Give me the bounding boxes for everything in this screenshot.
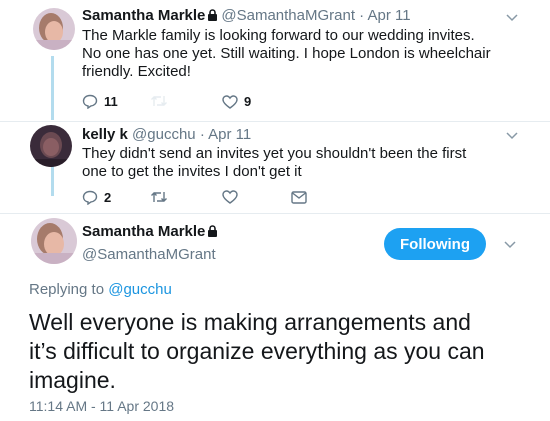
chevron-down-icon[interactable] <box>504 241 516 249</box>
tweet-date[interactable]: Apr 11 <box>368 7 411 24</box>
like-button[interactable] <box>222 190 238 204</box>
replying-to-label: Replying to <box>29 281 105 298</box>
reply-icon <box>82 190 98 205</box>
following-button[interactable]: Following <box>384 228 486 260</box>
tweet-text: They didn't send an invites yet you shou… <box>82 145 536 181</box>
author-handle[interactable]: @gucchu <box>132 126 196 143</box>
tweet-timestamp[interactable]: 11:14 AM - 11 Apr 2018 <box>29 398 174 414</box>
message-button[interactable] <box>291 191 307 204</box>
like-count: 9 <box>244 94 252 109</box>
retweet-button[interactable] <box>150 94 168 108</box>
replying-to: Replying to @gucchu <box>29 281 172 298</box>
tweet-text-line: imagine. <box>29 367 116 393</box>
reply-button[interactable]: 11 <box>82 94 118 109</box>
retweet-button[interactable] <box>150 190 168 204</box>
tweet-text-line: No one has one yet. Still waiting. I hop… <box>82 45 491 62</box>
like-icon <box>222 190 238 204</box>
reply-icon <box>82 94 98 109</box>
tweet-header: kelly k @gucchu · Apr 11 <box>82 126 252 143</box>
message-icon <box>291 191 307 204</box>
thread-line <box>51 56 54 120</box>
like-icon <box>222 94 238 109</box>
like-button[interactable]: 9 <box>222 94 251 109</box>
lock-icon <box>207 224 218 242</box>
replying-to-handle[interactable]: @gucchu <box>108 281 172 298</box>
reply-count: 2 <box>104 190 112 205</box>
author-name[interactable]: Samantha Markle <box>82 7 205 24</box>
chevron-down-icon[interactable] <box>506 132 518 140</box>
tweet-text-line: it’s difficult to organize everything as… <box>29 338 485 364</box>
retweet-icon <box>151 96 167 106</box>
tweet-text-line: The Markle family is looking forward to … <box>82 27 475 44</box>
lock-icon <box>207 8 218 26</box>
tweet-header: Samantha Markle @SamanthaMGrant · Apr 11 <box>82 7 411 26</box>
tweet-text-line: friendly. Excited! <box>82 63 191 80</box>
main-tweet-text: Well everyone is making arrangements and… <box>29 308 539 395</box>
tweet-date[interactable]: Apr 11 <box>208 126 251 143</box>
tweet-text-line: They didn't send an invites yet you shou… <box>82 145 467 162</box>
chevron-down-icon[interactable] <box>506 14 518 22</box>
author-handle[interactable]: @SamanthaMGrant <box>221 7 355 24</box>
tweet-text-line: one to get the invites I don't get it <box>82 163 302 180</box>
avatar[interactable] <box>33 8 75 50</box>
author-name[interactable]: kelly k <box>82 126 128 143</box>
retweet-icon <box>151 192 167 202</box>
author-name[interactable]: Samantha Markle <box>82 223 205 240</box>
reply-count: 11 <box>104 94 118 109</box>
avatar[interactable] <box>30 125 72 167</box>
avatar[interactable] <box>31 218 77 264</box>
tweet-text-line: Well everyone is making arrangements and <box>29 309 471 335</box>
divider <box>0 121 550 122</box>
tweet-text: The Markle family is looking forward to … <box>82 27 536 81</box>
reply-button[interactable]: 2 <box>82 190 111 205</box>
divider <box>0 213 550 214</box>
